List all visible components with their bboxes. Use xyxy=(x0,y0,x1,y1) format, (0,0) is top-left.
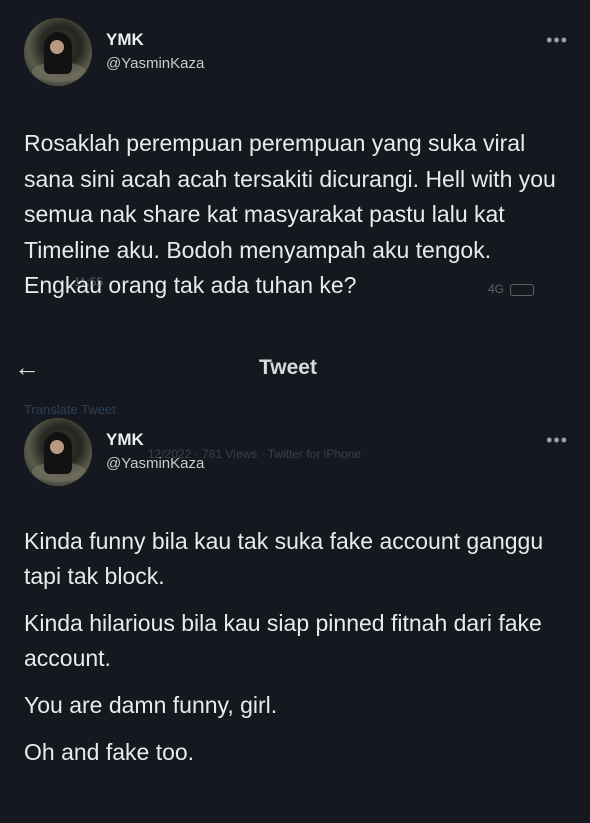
display-name[interactable]: YMK xyxy=(106,429,204,451)
tweet-2[interactable]: YMK @YasminKaza ••• Kinda funny bila kau… xyxy=(0,398,590,823)
user-handle[interactable]: @YasminKaza xyxy=(106,53,204,75)
user-handle[interactable]: @YasminKaza xyxy=(106,453,204,475)
network-label: 4G xyxy=(488,282,505,296)
tweet-text: Kinda funny bila kau tak suka fake accou… xyxy=(24,524,574,770)
display-name[interactable]: YMK xyxy=(106,29,204,51)
more-horizontal-icon[interactable]: ••• xyxy=(546,30,568,51)
tweet-paragraph: You are damn funny, girl. xyxy=(24,692,278,718)
arrow-left-icon[interactable]: ← xyxy=(14,352,40,383)
tweet-1[interactable]: YMK @YasminKaza ••• Rosaklah perempuan p… xyxy=(0,0,590,398)
page-title: Tweet xyxy=(259,356,317,379)
status-bar-time: 11:55 xyxy=(74,275,104,289)
tweet-paragraph: Kinda funny bila kau tak suka fake accou… xyxy=(24,528,544,589)
tweet-header: YMK @YasminKaza xyxy=(24,418,204,486)
battery-icon: 4G xyxy=(488,282,535,296)
tweet-text: Rosaklah perempuan perempuan yang suka v… xyxy=(24,130,556,298)
tweet-header: YMK @YasminKaza xyxy=(24,18,204,86)
more-horizontal-icon[interactable]: ••• xyxy=(546,430,568,451)
avatar[interactable] xyxy=(24,418,92,486)
avatar[interactable] xyxy=(24,18,92,86)
tweet-paragraph: Kinda hilarious bila kau siap pinned fit… xyxy=(24,610,542,671)
tweet-paragraph: Oh and fake too. xyxy=(24,739,195,765)
